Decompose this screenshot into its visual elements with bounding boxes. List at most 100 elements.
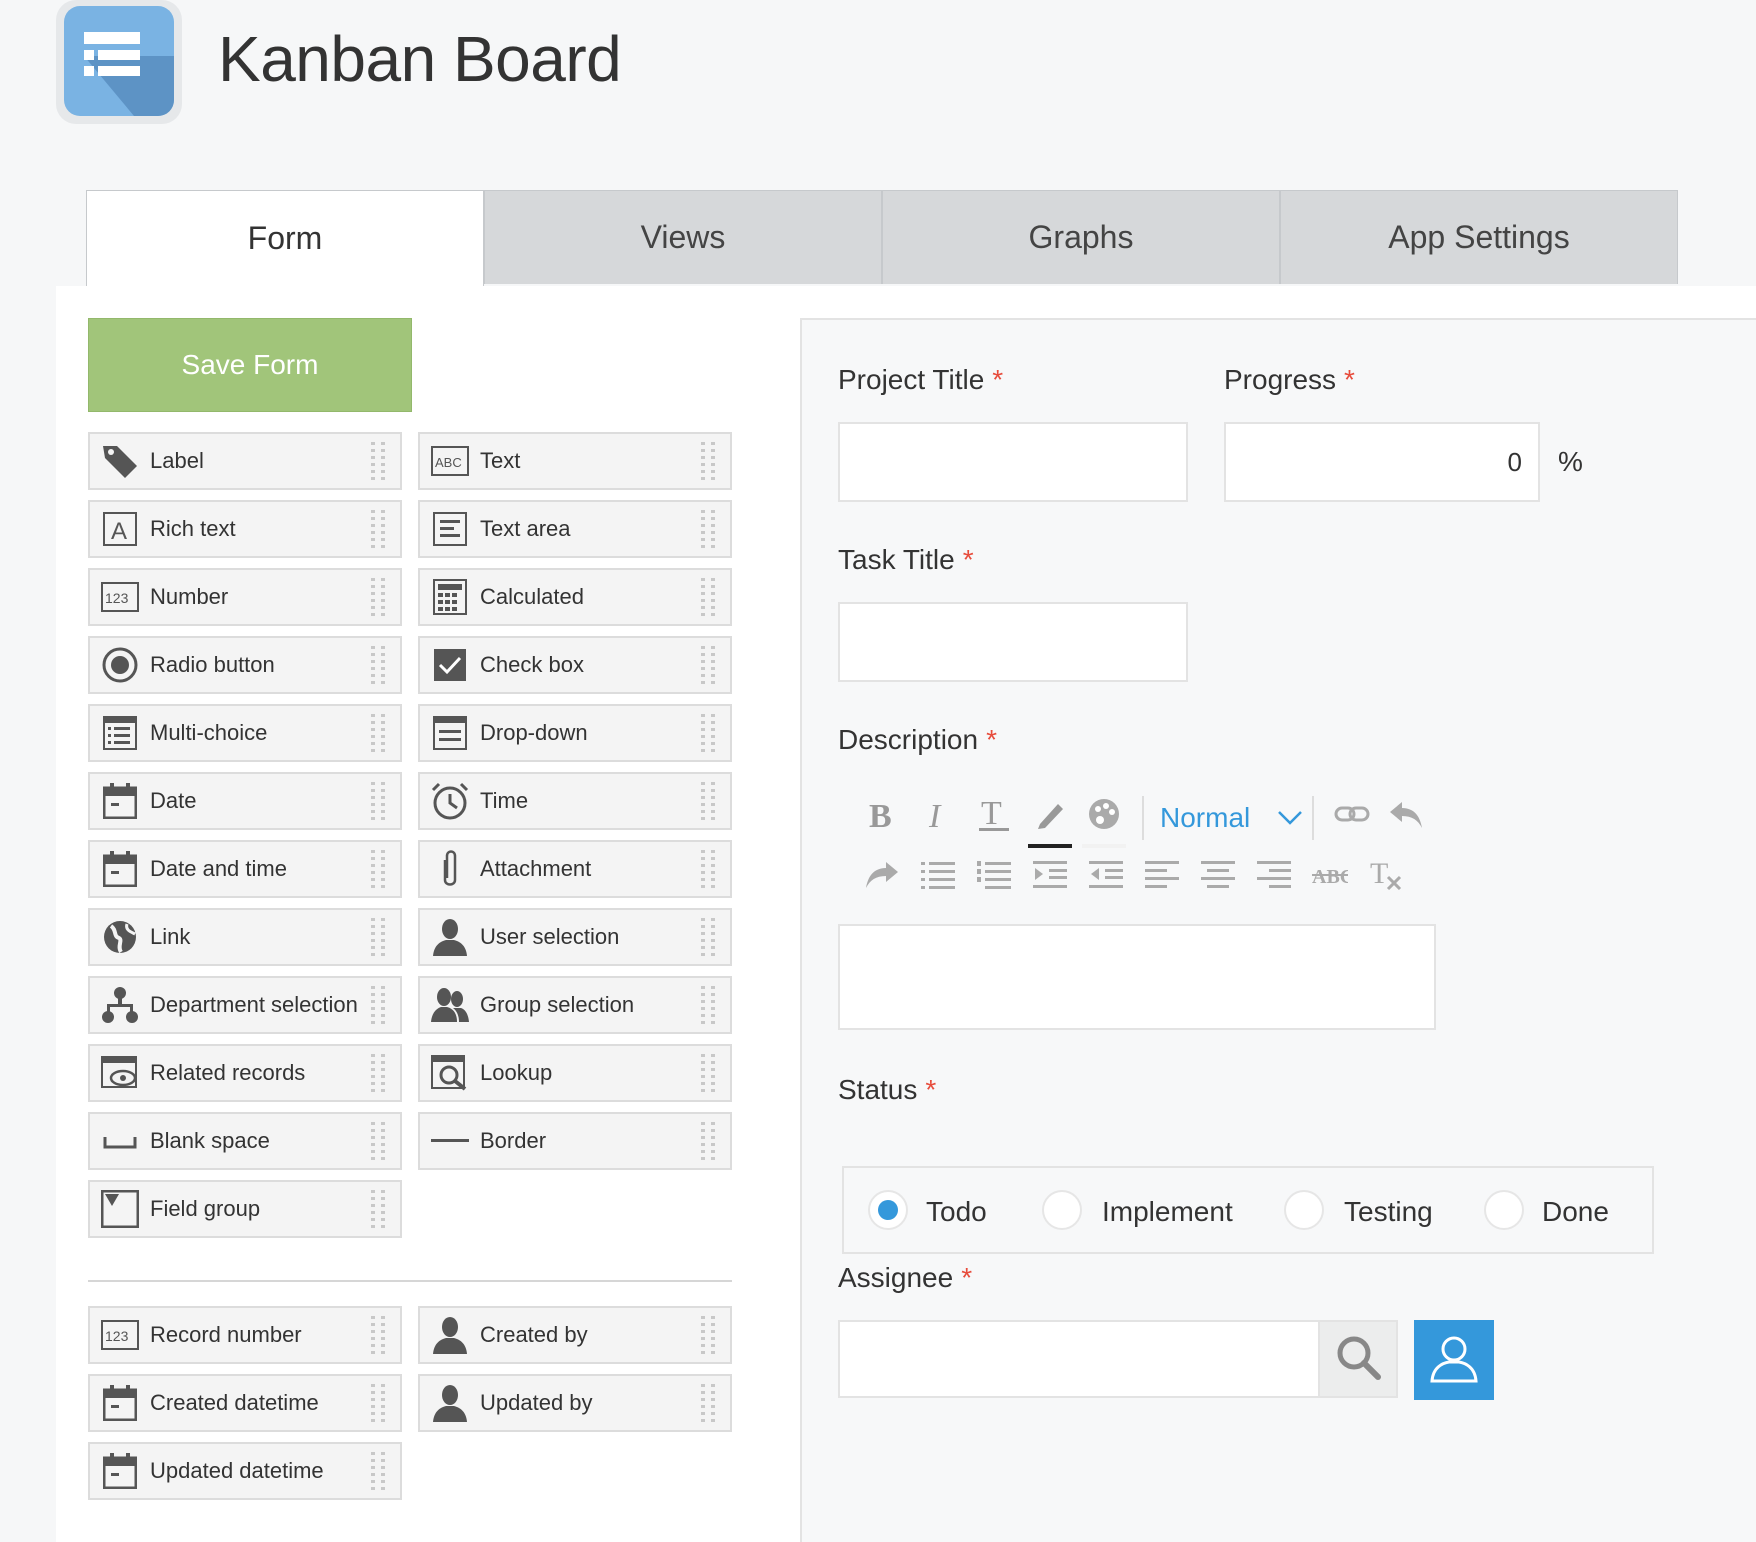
- palette-item-rich-text[interactable]: A Rich text: [88, 500, 402, 558]
- drag-handle-icon[interactable]: [698, 1382, 720, 1424]
- palette-item-drop-down[interactable]: Drop-down: [418, 704, 732, 762]
- drag-handle-icon[interactable]: [698, 848, 720, 890]
- palette-item-field-group[interactable]: Field group: [88, 1180, 402, 1238]
- drag-handle-icon[interactable]: [698, 780, 720, 822]
- drag-handle-icon[interactable]: [368, 1314, 390, 1356]
- palette-item-created-datetime[interactable]: Created datetime: [88, 1374, 402, 1432]
- drag-handle-icon[interactable]: [368, 1450, 390, 1492]
- drag-handle-icon[interactable]: [698, 984, 720, 1026]
- indent-icon[interactable]: [1030, 854, 1070, 894]
- bold-icon[interactable]: B: [862, 794, 902, 834]
- palette-item-attachment[interactable]: Attachment: [418, 840, 732, 898]
- drag-handle-icon[interactable]: [368, 780, 390, 822]
- tab-graphs[interactable]: Graphs: [882, 190, 1280, 284]
- drag-handle-icon[interactable]: [698, 576, 720, 618]
- progress-input[interactable]: 0: [1224, 422, 1540, 502]
- palette-item-group-selection[interactable]: Group selection: [418, 976, 732, 1034]
- drag-handle-icon[interactable]: [698, 644, 720, 686]
- outdent-icon[interactable]: [1086, 854, 1126, 894]
- palette-item-check-box[interactable]: Check box: [418, 636, 732, 694]
- drag-handle-icon[interactable]: [368, 1120, 390, 1162]
- drag-handle-icon[interactable]: [698, 712, 720, 754]
- save-form-button[interactable]: Save Form: [88, 318, 412, 412]
- palette-item-date-and-time[interactable]: Date and time: [88, 840, 402, 898]
- palette-item-text-area[interactable]: Text area: [418, 500, 732, 558]
- redo-icon[interactable]: [862, 854, 902, 894]
- number-icon: 123: [100, 577, 140, 617]
- drag-handle-icon[interactable]: [368, 1382, 390, 1424]
- globe-icon: [100, 917, 140, 957]
- drag-handle-icon[interactable]: [368, 440, 390, 482]
- link-icon[interactable]: [1332, 794, 1372, 834]
- assignee-input[interactable]: [838, 1320, 1320, 1398]
- svg-text:ABC: ABC: [1312, 866, 1348, 888]
- drag-handle-icon[interactable]: [698, 508, 720, 550]
- italic-icon[interactable]: I: [918, 794, 958, 834]
- palette-item-user-selection[interactable]: User selection: [418, 908, 732, 966]
- clear-format-icon[interactable]: T: [1366, 854, 1406, 894]
- palette-item-related-records[interactable]: Related records: [88, 1044, 402, 1102]
- drag-handle-icon[interactable]: [368, 916, 390, 958]
- palette-item-label: Calculated: [480, 584, 584, 609]
- chevron-down-icon[interactable]: [1270, 798, 1310, 838]
- palette-item-border[interactable]: Border: [418, 1112, 732, 1170]
- tab-views[interactable]: Views: [484, 190, 882, 284]
- palette-item-calculated[interactable]: Calculated: [418, 568, 732, 626]
- align-left-icon[interactable]: [1142, 854, 1182, 894]
- assignee-search-button[interactable]: [1320, 1320, 1398, 1398]
- palette-item-department-selection[interactable]: Department selection: [88, 976, 402, 1034]
- drag-handle-icon[interactable]: [368, 712, 390, 754]
- drag-handle-icon[interactable]: [698, 440, 720, 482]
- text-color-icon[interactable]: [1030, 794, 1070, 834]
- tab-form[interactable]: Form: [86, 190, 484, 286]
- palette-item-time[interactable]: Time: [418, 772, 732, 830]
- drag-handle-icon[interactable]: [368, 984, 390, 1026]
- lookup-icon: [430, 1053, 470, 1093]
- drag-handle-icon[interactable]: [698, 1052, 720, 1094]
- drag-handle-icon[interactable]: [368, 848, 390, 890]
- status-radio-todo[interactable]: [868, 1190, 908, 1230]
- drag-handle-icon[interactable]: [368, 644, 390, 686]
- palette-item-updated-datetime[interactable]: Updated datetime: [88, 1442, 402, 1500]
- palette-item-record-number[interactable]: 123 Record number: [88, 1306, 402, 1364]
- description-editor[interactable]: [838, 924, 1436, 1030]
- palette-item-blank-space[interactable]: Blank space: [88, 1112, 402, 1170]
- status-radio-testing[interactable]: [1284, 1190, 1324, 1230]
- background-color-icon[interactable]: [1084, 794, 1124, 834]
- bullet-list-icon[interactable]: [918, 854, 958, 894]
- palette-item-number[interactable]: 123 Number: [88, 568, 402, 626]
- drag-handle-icon[interactable]: [698, 1314, 720, 1356]
- drag-handle-icon[interactable]: [698, 916, 720, 958]
- palette-item-updated-by[interactable]: Updated by: [418, 1374, 732, 1432]
- palette-item-radio-button[interactable]: Radio button: [88, 636, 402, 694]
- align-right-icon[interactable]: [1254, 854, 1294, 894]
- drag-handle-icon[interactable]: [698, 1120, 720, 1162]
- align-center-icon[interactable]: [1198, 854, 1238, 894]
- palette-item-label: Group selection: [480, 992, 635, 1017]
- status-radio-implement[interactable]: [1042, 1190, 1082, 1230]
- strikethrough-icon[interactable]: ABC: [1310, 854, 1350, 894]
- multi-choice-icon: [100, 713, 140, 753]
- tab-app-settings[interactable]: App Settings: [1280, 190, 1678, 284]
- palette-item-text[interactable]: ABC Text: [418, 432, 732, 490]
- palette-item-created-by[interactable]: Created by: [418, 1306, 732, 1364]
- palette-item-link[interactable]: Link: [88, 908, 402, 966]
- assignee-user-picker-button[interactable]: [1414, 1320, 1494, 1400]
- drag-handle-icon[interactable]: [368, 1052, 390, 1094]
- status-radio-done[interactable]: [1484, 1190, 1524, 1230]
- drag-handle-icon[interactable]: [368, 1188, 390, 1230]
- format-select[interactable]: Normal: [1160, 802, 1250, 834]
- drag-handle-icon[interactable]: [368, 576, 390, 618]
- task-title-input[interactable]: [838, 602, 1188, 682]
- palette-item-lookup[interactable]: Lookup: [418, 1044, 732, 1102]
- palette-item-date[interactable]: Date: [88, 772, 402, 830]
- drag-handle-icon[interactable]: [368, 508, 390, 550]
- svg-text:123: 123: [105, 1328, 129, 1344]
- palette-item-label[interactable]: Label: [88, 432, 402, 490]
- numbered-list-icon[interactable]: [974, 854, 1014, 894]
- text-size-icon[interactable]: T: [974, 794, 1014, 834]
- required-mark: *: [961, 1262, 973, 1293]
- undo-icon[interactable]: [1386, 794, 1426, 834]
- project-title-input[interactable]: [838, 422, 1188, 502]
- palette-item-multi-choice[interactable]: Multi-choice: [88, 704, 402, 762]
